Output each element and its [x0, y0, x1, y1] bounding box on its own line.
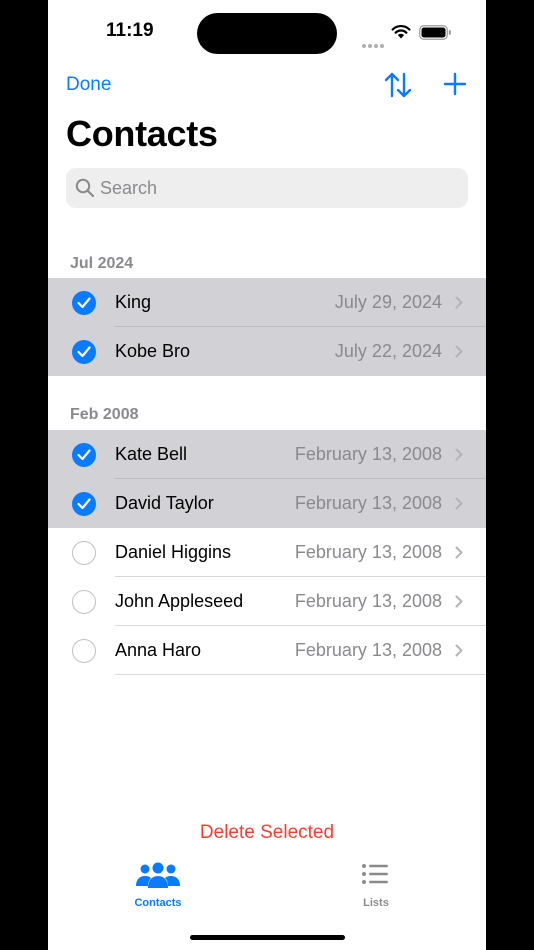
contact-date: July 22, 2024: [334, 341, 442, 361]
contact-row[interactable]: Daniel Higgins February 13, 2008: [48, 528, 486, 577]
contact-row[interactable]: Kate Bell February 13, 2008: [48, 430, 486, 479]
page-title: Contacts: [66, 113, 218, 154]
tab-label: Lists: [363, 897, 389, 909]
home-indicator[interactable]: [190, 935, 345, 940]
tab-contacts[interactable]: Contacts: [98, 862, 218, 909]
contact-name: John Appleseed: [115, 591, 244, 611]
cellular-signal-icon: [362, 35, 386, 53]
contact-date: February 13, 2008: [294, 542, 442, 562]
contact-date: February 13, 2008: [294, 640, 442, 660]
checkmark-icon[interactable]: [72, 443, 96, 467]
dynamic-island: [197, 13, 337, 54]
wifi-icon: [391, 25, 411, 39]
contact-name: Kobe Bro: [115, 341, 191, 361]
contact-row[interactable]: Kobe Bro July 22, 2024: [48, 327, 486, 376]
checkmark-icon[interactable]: [72, 340, 96, 364]
contact-row[interactable]: Anna Haro February 13, 2008: [48, 626, 486, 675]
add-contact-icon[interactable]: [443, 72, 467, 96]
contact-name: Daniel Higgins: [115, 542, 232, 562]
section-header: Jul 2024: [70, 255, 134, 272]
phone-screen: 11:19 Done Contacts Jul 2024 King July 2…: [48, 0, 486, 950]
empty-circle-icon[interactable]: [72, 590, 96, 614]
list-icon: [362, 864, 388, 884]
search-bar[interactable]: [66, 168, 468, 208]
chevron-right-icon: [455, 497, 463, 510]
contact-date: February 13, 2008: [294, 493, 442, 513]
status-time: 11:19: [106, 20, 154, 41]
search-input[interactable]: [100, 168, 440, 208]
section-header: Feb 2008: [70, 406, 139, 423]
contact-row[interactable]: John Appleseed February 13, 2008: [48, 577, 486, 626]
checkmark-icon[interactable]: [72, 291, 96, 315]
chevron-right-icon: [455, 595, 463, 608]
battery-icon: [419, 25, 451, 40]
tab-label: Contacts: [134, 897, 182, 909]
contact-name: Anna Haro: [115, 640, 202, 660]
contact-date: February 13, 2008: [294, 444, 442, 464]
contact-row[interactable]: David Taylor February 13, 2008: [48, 479, 486, 528]
chevron-right-icon: [455, 448, 463, 461]
search-icon: [75, 178, 95, 198]
contact-date: July 29, 2024: [334, 292, 442, 312]
tab-lists[interactable]: Lists: [316, 862, 436, 909]
contact-date: February 13, 2008: [294, 591, 442, 611]
empty-circle-icon[interactable]: [72, 639, 96, 663]
chevron-right-icon: [455, 644, 463, 657]
checkmark-icon[interactable]: [72, 492, 96, 516]
contact-name: Kate Bell: [115, 444, 188, 464]
done-button[interactable]: Done: [66, 74, 111, 96]
sort-arrows-icon[interactable]: [383, 70, 413, 100]
contact-name: King: [115, 292, 152, 312]
people-icon: [136, 862, 180, 888]
chevron-right-icon: [455, 546, 463, 559]
contact-name: David Taylor: [115, 493, 214, 513]
contact-row[interactable]: King July 29, 2024: [48, 278, 486, 327]
row-divider: [115, 674, 486, 675]
chevron-right-icon: [455, 296, 463, 309]
delete-selected-button[interactable]: Delete Selected: [48, 822, 486, 844]
empty-circle-icon[interactable]: [72, 541, 96, 565]
chevron-right-icon: [455, 345, 463, 358]
